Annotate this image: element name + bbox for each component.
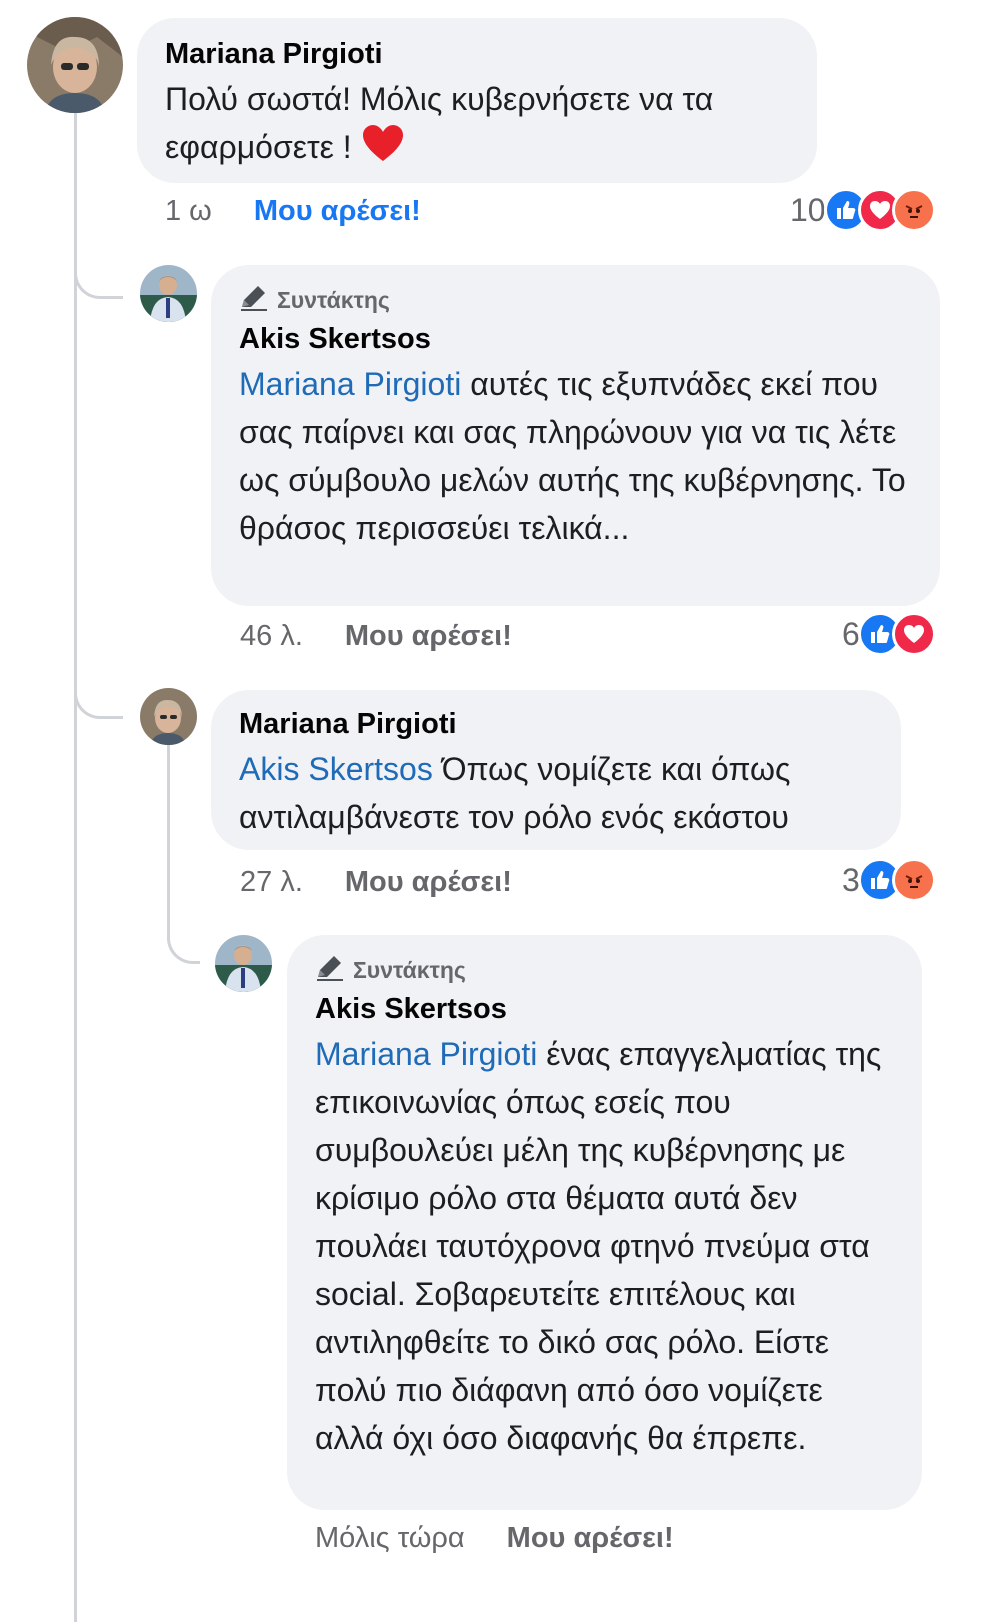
comment-time[interactable]: Μόλις τώρα bbox=[315, 1522, 465, 1555]
love-icon bbox=[891, 612, 936, 656]
mention-link[interactable]: Mariana Pirgioti bbox=[239, 366, 461, 402]
comment-actions: 46 λ. Μου αρέσει! bbox=[240, 620, 512, 653]
like-button[interactable]: Μου αρέσει! bbox=[254, 195, 421, 228]
like-button[interactable]: Μου αρέσει! bbox=[507, 1522, 674, 1555]
comment-time[interactable]: 1 ω bbox=[165, 195, 212, 228]
avatar-mariana[interactable] bbox=[140, 688, 197, 745]
comment-time[interactable]: 27 λ. bbox=[240, 866, 303, 899]
comment-actions: 1 ω Μου αρέσει! bbox=[165, 195, 421, 228]
avatar-mariana[interactable] bbox=[27, 17, 123, 113]
angry-icon bbox=[891, 188, 936, 232]
comment-author[interactable]: Akis Skertsos bbox=[315, 993, 894, 1026]
badge-label: Συντάκτης bbox=[277, 286, 390, 313]
comment-bubble: Mariana Pirgioti Πολύ σωστά! Μόλις κυβερ… bbox=[137, 18, 817, 183]
reply-connector bbox=[74, 670, 123, 719]
comment-bubble: Συντάκτης Akis Skertsos Mariana Pirgioti… bbox=[287, 935, 922, 1510]
pencil-icon bbox=[239, 283, 269, 317]
reaction-count: 10 bbox=[790, 191, 826, 228]
avatar-akis[interactable] bbox=[140, 265, 197, 322]
badge-label: Συντάκτης bbox=[353, 956, 466, 983]
comment-time[interactable]: 46 λ. bbox=[240, 620, 303, 653]
reactions-summary[interactable]: 6 bbox=[842, 612, 936, 656]
comment-author[interactable]: Akis Skertsos bbox=[239, 323, 912, 356]
comment-text: Mariana Pirgioti αυτές τις εξυπνάδες εκε… bbox=[239, 360, 912, 552]
comment-text: Πολύ σωστά! Μόλις κυβερνήσετε να τα εφαρ… bbox=[165, 75, 805, 176]
comment-bubble: Mariana Pirgioti Akis Skertsos Όπως νομί… bbox=[211, 690, 901, 850]
comment-author[interactable]: Mariana Pirgioti bbox=[165, 38, 789, 71]
pencil-icon bbox=[315, 953, 345, 987]
reactions-summary[interactable]: 10 bbox=[790, 188, 936, 232]
like-button[interactable]: Μου αρέσει! bbox=[345, 866, 512, 899]
reactions-summary[interactable]: 3 bbox=[842, 858, 936, 902]
thread-line-nested bbox=[167, 745, 170, 935]
comment-actions: 27 λ. Μου αρέσει! bbox=[240, 866, 512, 899]
comment-body: Πολύ σωστά! Μόλις κυβερνήσετε να τα εφαρ… bbox=[165, 81, 714, 165]
avatar-akis[interactable] bbox=[215, 935, 272, 992]
reply-connector bbox=[167, 915, 200, 964]
comment-actions: Μόλις τώρα Μου αρέσει! bbox=[315, 1522, 674, 1555]
mention-link[interactable]: Mariana Pirgioti bbox=[315, 1036, 537, 1072]
angry-icon bbox=[891, 858, 936, 902]
comment-author[interactable]: Mariana Pirgioti bbox=[239, 708, 873, 741]
heart-emoji bbox=[361, 123, 405, 176]
mention-link[interactable]: Akis Skertsos bbox=[239, 751, 433, 787]
like-button[interactable]: Μου αρέσει! bbox=[345, 620, 512, 653]
comment-bubble: Συντάκτης Akis Skertsos Mariana Pirgioti… bbox=[211, 265, 940, 606]
comment-text: Mariana Pirgioti ένας επαγγελματίας της … bbox=[315, 1030, 894, 1462]
comment-body: ένας επαγγελματίας της επικοινωνίας όπως… bbox=[315, 1036, 882, 1456]
comment-text: Akis Skertsos Όπως νομίζετε και όπως αντ… bbox=[239, 745, 873, 841]
author-badge: Συντάκτης bbox=[239, 283, 912, 317]
thread-line-main bbox=[74, 112, 77, 1622]
reply-connector bbox=[74, 250, 123, 299]
author-badge: Συντάκτης bbox=[315, 953, 894, 987]
